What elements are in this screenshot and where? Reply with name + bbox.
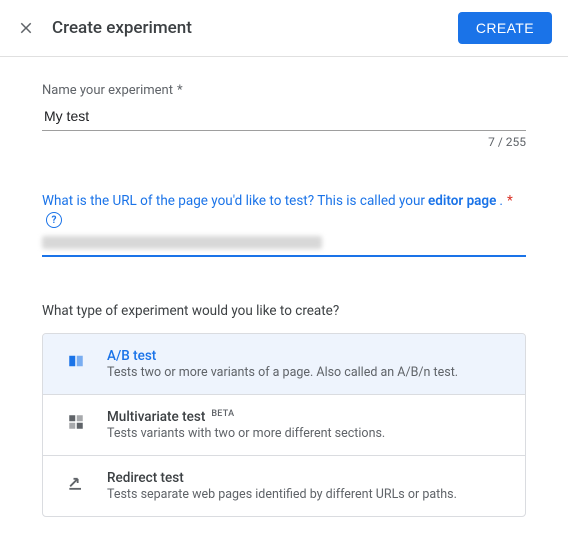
url-q-pre: What is the URL of the page you'd like t… xyxy=(42,193,425,209)
beta-badge: BETA xyxy=(211,409,234,419)
option-body: A/B test Tests two or more variants of a… xyxy=(107,348,505,380)
url-field-label: What is the URL of the page you'd like t… xyxy=(42,193,526,228)
header-left: Create experiment xyxy=(14,16,192,40)
option-ab-test[interactable]: A/B test Tests two or more variants of a… xyxy=(43,334,525,395)
option-body: Redirect test Tests separate web pages i… xyxy=(107,470,505,502)
option-desc: Tests variants with two or more differen… xyxy=(107,426,505,441)
type-question: What type of experiment would you like t… xyxy=(42,303,526,319)
name-char-counter: 7 / 255 xyxy=(42,135,526,149)
ab-title-text: A/B test xyxy=(107,348,156,364)
url-required-asterisk: * xyxy=(507,193,513,209)
experiment-type-section: What type of experiment would you like t… xyxy=(42,303,526,517)
mv-title-text: Multivariate test xyxy=(107,409,205,425)
experiment-name-input[interactable] xyxy=(42,104,526,131)
dialog-header: Create experiment CREATE xyxy=(0,0,568,57)
option-body: Multivariate test BETA Tests variants wi… xyxy=(107,409,505,441)
name-required-asterisk: * xyxy=(177,83,183,98)
option-redirect-test[interactable]: Redirect test Tests separate web pages i… xyxy=(43,456,525,516)
ab-test-icon xyxy=(65,350,87,372)
name-field-label: Name your experiment * xyxy=(42,83,526,98)
url-q-bold: editor page xyxy=(428,193,496,209)
option-desc: Tests separate web pages identified by d… xyxy=(107,487,505,502)
experiment-type-options: A/B test Tests two or more variants of a… xyxy=(42,333,526,517)
dialog-title: Create experiment xyxy=(52,18,192,38)
option-multivariate-test[interactable]: Multivariate test BETA Tests variants wi… xyxy=(43,395,525,456)
create-button[interactable]: CREATE xyxy=(458,12,552,44)
redirect-icon xyxy=(65,472,87,494)
url-input[interactable] xyxy=(42,234,526,257)
option-title: A/B test xyxy=(107,348,505,364)
option-desc: Tests two or more variants of a page. Al… xyxy=(107,365,505,380)
multivariate-icon xyxy=(65,411,87,433)
help-icon[interactable]: ? xyxy=(46,212,62,228)
dialog-content: Name your experiment * 7 / 255 What is t… xyxy=(0,57,568,535)
redirect-title-text: Redirect test xyxy=(107,470,184,486)
close-icon xyxy=(17,19,35,37)
option-title: Multivariate test BETA xyxy=(107,409,505,425)
url-q-post: . xyxy=(499,193,503,209)
url-value-obscured xyxy=(42,236,322,249)
url-section: What is the URL of the page you'd like t… xyxy=(42,193,526,257)
close-button[interactable] xyxy=(14,16,38,40)
name-label-text: Name your experiment xyxy=(42,83,173,98)
option-title: Redirect test xyxy=(107,470,505,486)
